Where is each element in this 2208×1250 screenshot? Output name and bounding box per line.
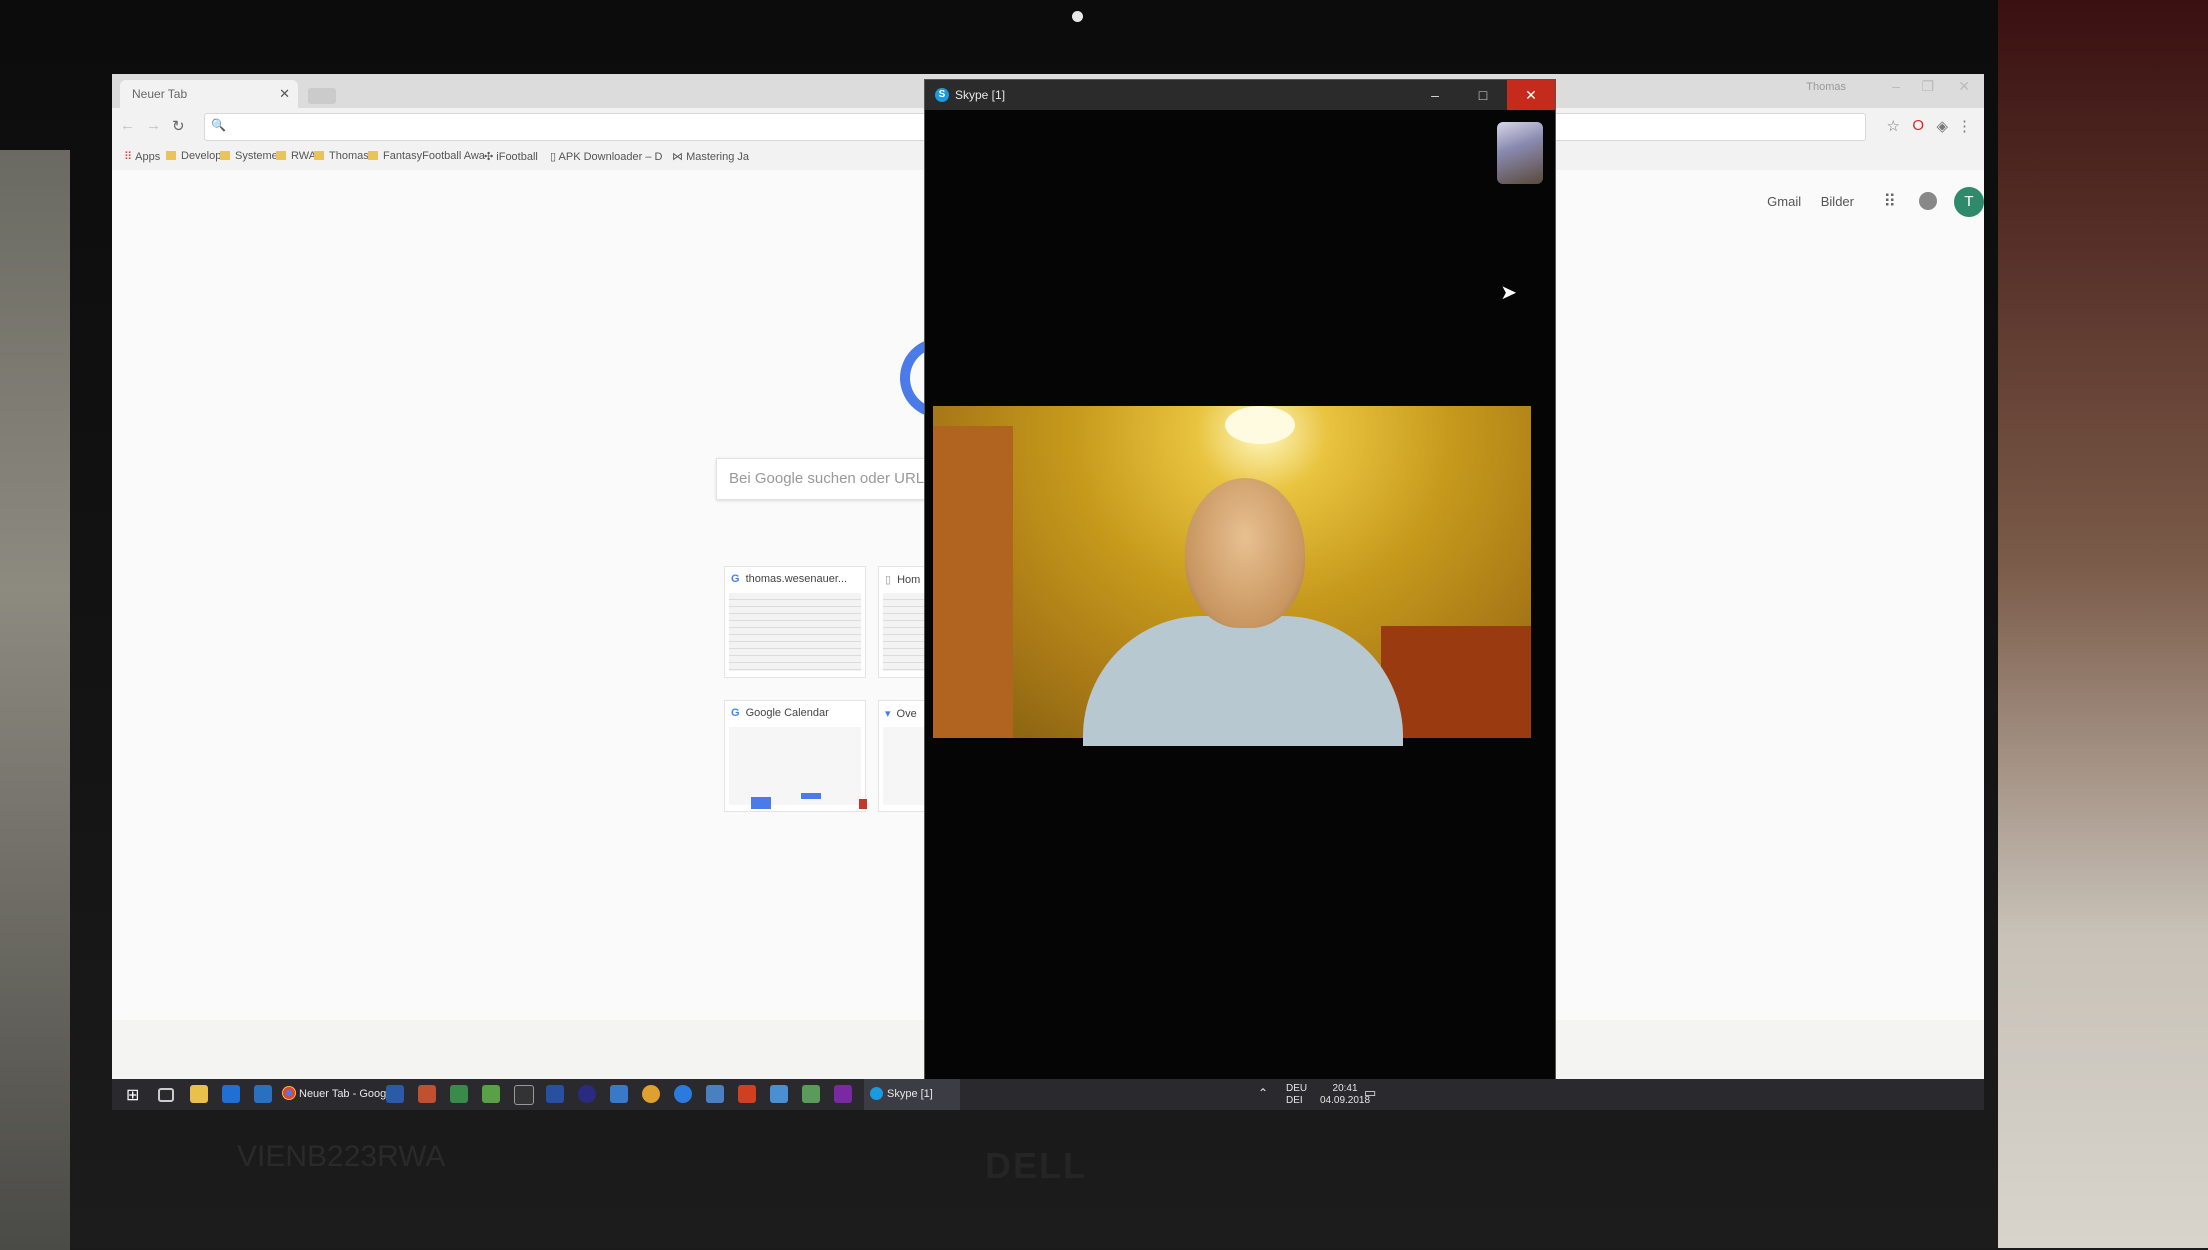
outlook-icon[interactable] — [254, 1085, 272, 1103]
skype-close-button[interactable]: ✕ — [1507, 80, 1555, 110]
skype-window-title: Skype [1] — [955, 88, 1006, 102]
self-view-thumbnail[interactable] — [1497, 122, 1543, 184]
powerpoint-icon[interactable] — [738, 1085, 756, 1103]
bookmark-develop[interactable]: Develop — [166, 150, 221, 162]
ifootball-icon: ✣ — [484, 151, 497, 163]
menu-icon[interactable]: ⋮ — [1957, 117, 1972, 135]
remote-desktop-icon[interactable] — [770, 1085, 788, 1103]
bookmark-ifootball[interactable]: ✣ iFootball — [484, 150, 538, 163]
search-icon: 🔍 — [211, 118, 226, 132]
app-icon[interactable] — [450, 1085, 468, 1103]
editor-icon[interactable] — [514, 1085, 534, 1105]
globe-icon[interactable] — [578, 1085, 596, 1103]
google-top-links: Gmail Bilder — [1751, 194, 1854, 209]
skype-logo-icon: S — [935, 88, 949, 102]
google-icon: G — [731, 573, 740, 585]
folder-icon — [166, 151, 176, 160]
tile-thumbnail — [729, 593, 861, 671]
most-visited-tile[interactable]: G Google Calendar — [724, 700, 867, 812]
bow-icon: ⋈ — [672, 151, 687, 163]
google-icon: G — [731, 707, 740, 719]
skype-icon — [870, 1087, 883, 1100]
laptop-screen: Neuer Tab ✕ Thomas – ❐ ✕ ← → ↻ 🔍 ☆ O ◈ ⋮… — [112, 74, 1984, 1110]
sync-icon[interactable] — [802, 1085, 820, 1103]
visio-icon[interactable] — [546, 1085, 564, 1103]
maximize-icon[interactable]: ❐ — [1921, 78, 1934, 95]
webcam-light — [1072, 11, 1083, 22]
video-person-face — [1185, 478, 1305, 628]
profile-name[interactable]: Thomas — [1806, 81, 1846, 93]
chrome-icon — [282, 1086, 296, 1100]
action-center-icon[interactable]: ▭ — [1364, 1086, 1376, 1099]
mail-icon[interactable] — [642, 1085, 660, 1103]
account-avatar[interactable]: T — [1954, 187, 1984, 217]
powerpoint-small-icon[interactable] — [418, 1085, 436, 1103]
minimize-icon[interactable]: – — [1892, 78, 1900, 94]
most-visited-tile[interactable]: Gthomas.wesenauer... — [724, 566, 866, 678]
video-ceiling-lamp — [1225, 406, 1295, 444]
back-icon[interactable]: ← — [120, 117, 135, 134]
bookmark-apps[interactable]: ⠿ Apps — [124, 150, 160, 163]
file-explorer-icon[interactable] — [190, 1085, 208, 1103]
maps-icon[interactable] — [674, 1085, 692, 1103]
taskbar-skype[interactable]: Skype [1] — [864, 1079, 960, 1110]
asset-tag-label: VIENB223RWA — [237, 1140, 446, 1173]
notifications-icon[interactable] — [1919, 192, 1937, 210]
edge-icon[interactable] — [222, 1085, 240, 1103]
page-icon: ▯ — [885, 574, 892, 586]
bookmark-systeme[interactable]: Systeme — [220, 150, 278, 162]
extension-icon[interactable]: ◈ — [1936, 117, 1948, 135]
tab-title: Neuer Tab — [132, 87, 188, 101]
skype-title-bar[interactable]: S Skype [1] – □ ✕ — [925, 80, 1555, 110]
tile-site-icon: ▾ — [885, 708, 891, 720]
notepad-icon[interactable] — [482, 1085, 500, 1103]
bookmark-fantasyfootball[interactable]: FantasyFootball Awa — [368, 150, 485, 162]
folder-icon — [368, 151, 378, 160]
skype-window: S Skype [1] – □ ✕ ➤ — [924, 79, 1556, 1087]
desk-right — [1998, 0, 2208, 1248]
language-indicator[interactable]: DEU DEI — [1286, 1083, 1307, 1107]
remote-video-feed — [933, 406, 1531, 746]
clock[interactable]: 20:41 04.09.2018 — [1320, 1083, 1370, 1107]
new-tab-button[interactable] — [308, 88, 336, 104]
bookmark-star-icon[interactable]: ☆ — [1887, 117, 1900, 135]
reload-icon[interactable]: ↻ — [172, 117, 185, 135]
tab-neuer-tab[interactable]: Neuer Tab ✕ — [120, 80, 298, 108]
skype-minimize-button[interactable]: – — [1411, 80, 1459, 110]
video-person-shirt — [1083, 616, 1403, 746]
intellij-icon[interactable] — [834, 1085, 852, 1103]
start-windows-icon[interactable]: ⊞ — [126, 1085, 144, 1104]
tab-close-icon[interactable]: ✕ — [279, 86, 290, 102]
window-icon[interactable] — [610, 1085, 628, 1103]
desk-left — [0, 150, 70, 1250]
bookmark-apk-downloader[interactable]: ▯ APK Downloader – D — [550, 150, 662, 163]
folder-icon — [220, 151, 230, 160]
close-icon[interactable]: ✕ — [1958, 78, 1970, 95]
search-placeholder: Bei Google suchen oder URL — [729, 470, 925, 487]
bookmark-rwa[interactable]: RWA — [276, 150, 316, 162]
taskbar-chrome[interactable]: Neuer Tab - Google... — [282, 1079, 404, 1110]
folder-icon — [276, 151, 286, 160]
bookmark-thomas[interactable]: Thomas — [314, 150, 369, 162]
page-icon: ▯ — [550, 151, 559, 163]
task-view-icon[interactable] — [158, 1088, 174, 1102]
mouse-cursor-icon: ➤ — [1500, 282, 1517, 304]
word-icon[interactable] — [386, 1085, 404, 1103]
gmail-link[interactable]: Gmail — [1767, 194, 1801, 209]
dell-logo: DELL — [985, 1145, 1087, 1186]
apps-grid-icon[interactable]: ⠿ — [1884, 192, 1896, 212]
bookmark-mastering[interactable]: ⋈ Mastering Ja — [672, 150, 749, 163]
skype-maximize-button[interactable]: □ — [1459, 80, 1507, 110]
tray-chevron-icon[interactable]: ⌃ — [1258, 1087, 1268, 1099]
forward-icon[interactable]: → — [146, 117, 161, 134]
video-door — [933, 426, 1013, 738]
opera-extension-icon[interactable]: O — [1912, 117, 1924, 134]
bilder-link[interactable]: Bilder — [1821, 194, 1854, 209]
video-furniture — [1381, 626, 1531, 738]
calendar-thumbnail — [729, 727, 867, 809]
folder-icon — [314, 151, 324, 160]
network-icon[interactable] — [706, 1085, 724, 1103]
windows-taskbar: ⊞ Neuer Tab - Google... Skype [1] ⌃ DEU D… — [112, 1079, 1984, 1110]
